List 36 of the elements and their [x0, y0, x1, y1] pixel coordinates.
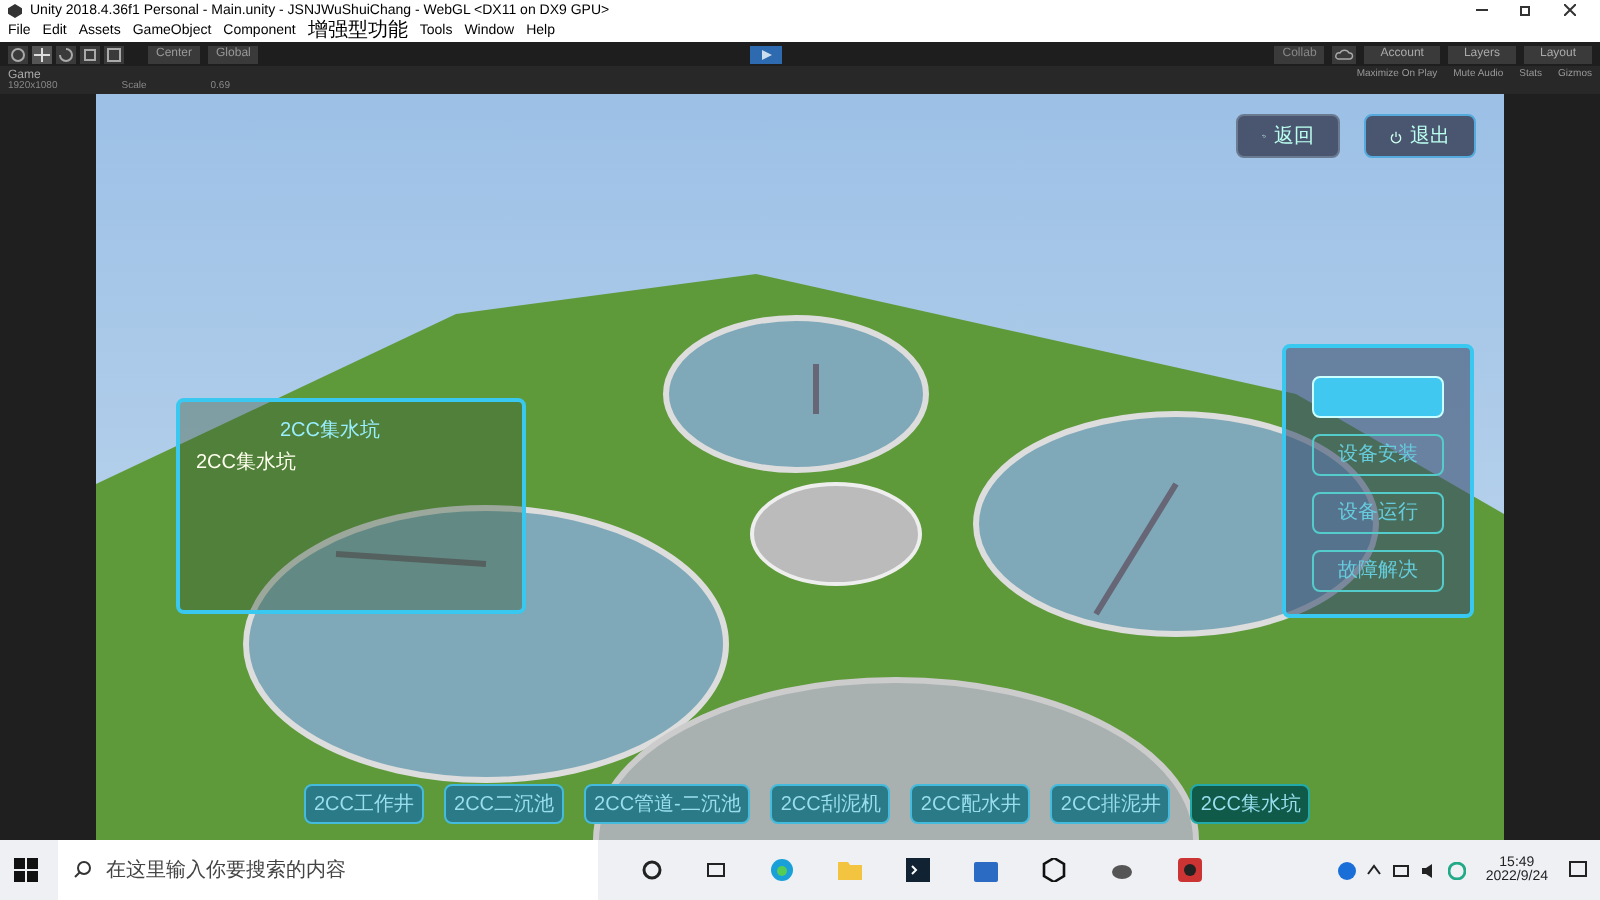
panel-title: 2CC集水坑	[280, 422, 381, 442]
play-button-icon[interactable]	[750, 45, 783, 63]
area-button[interactable]: 2CC管道-二沉池	[584, 784, 751, 824]
unity-icon[interactable]	[1042, 858, 1066, 882]
taskbar-search-field[interactable]: 在这里输入你要搜索的内容	[58, 840, 598, 900]
browser-icon[interactable]	[770, 858, 794, 882]
menu-item[interactable]: 增强型功能	[307, 21, 408, 41]
rect-tool-icon[interactable]	[104, 45, 124, 63]
app-icon[interactable]	[1178, 858, 1202, 882]
area-button[interactable]: 2CC工作井	[304, 784, 425, 824]
restore-icon[interactable]	[1520, 4, 1532, 16]
area-button[interactable]: 2CC刮泥机	[770, 784, 891, 824]
area-button[interactable]: 2CC排泥井	[1050, 784, 1171, 824]
windows-start-icon[interactable]	[14, 858, 38, 882]
exit-button[interactable]: 退出	[1364, 114, 1476, 158]
hand-tool-icon[interactable]	[8, 45, 28, 63]
terminal-icon[interactable]	[906, 858, 930, 882]
search-icon	[74, 860, 92, 878]
notification-icon[interactable]	[1568, 860, 1588, 880]
area-button[interactable]: 2CC配水井	[910, 784, 1031, 824]
scale-tool-icon[interactable]	[80, 45, 100, 63]
area-button[interactable]: 2CC二沉池	[444, 784, 565, 824]
task-view-icon[interactable]	[642, 860, 662, 880]
power-icon	[1390, 127, 1402, 145]
back-button[interactable]: 返回	[1236, 114, 1340, 158]
area-button[interactable]: 2CC集水坑	[1190, 784, 1311, 824]
close-icon[interactable]	[1564, 4, 1576, 16]
move-tool-icon[interactable]	[32, 45, 52, 63]
menu-panel-button[interactable]: 故障解决	[1312, 550, 1444, 592]
rotate-tool-icon[interactable]	[56, 45, 76, 63]
menu-panel-button[interactable]: 设备运行	[1312, 492, 1444, 534]
minimize-icon[interactable]	[1476, 4, 1488, 16]
chevron-up-icon[interactable]	[1365, 862, 1382, 878]
cloud-icon[interactable]	[1332, 45, 1357, 63]
object-label: 2CC集水坑	[196, 454, 297, 474]
volume-icon[interactable]	[1419, 861, 1438, 879]
